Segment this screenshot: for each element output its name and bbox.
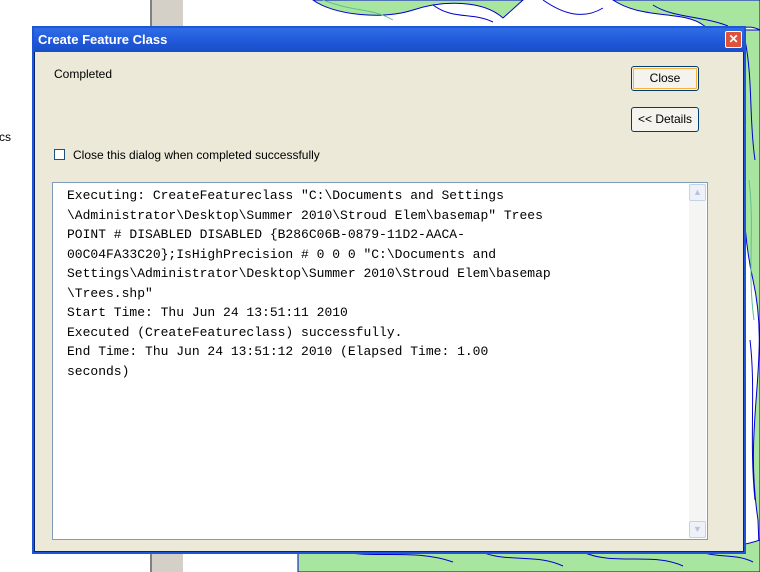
background-cs-text: cs	[0, 130, 11, 144]
message-log-text: Executing: CreateFeatureclass "C:\Docume…	[67, 186, 689, 381]
log-line: seconds)	[67, 363, 130, 379]
message-log[interactable]: Executing: CreateFeatureclass "C:\Docume…	[52, 182, 708, 540]
close-when-done-checkbox[interactable]	[54, 149, 65, 160]
status-text: Completed	[54, 67, 113, 81]
close-button[interactable]: Close	[631, 66, 699, 91]
close-when-done-label[interactable]: Close this dialog when completed success…	[73, 148, 320, 162]
log-line: Settings\Administrator\Desktop\Summer 20…	[67, 266, 551, 281]
arrow-down-icon[interactable]: ▼	[689, 521, 706, 538]
vertical-scrollbar[interactable]: ▲ ▼	[689, 184, 706, 538]
arrow-up-icon[interactable]: ▲	[689, 184, 706, 201]
details-button[interactable]: << Details	[631, 107, 699, 132]
log-line: 00C04FA33C20};IsHighPrecision # 0 0 0 "C…	[67, 246, 497, 262]
log-line: POINT # DISABLED DISABLED {B286C06B-0879…	[67, 227, 465, 242]
log-line: Executed (CreateFeatureclass) successful…	[67, 324, 403, 340]
log-line: \Administrator\Desktop\Summer 2010\Strou…	[67, 207, 543, 223]
log-line: Executing: CreateFeatureclass "C:\Docume…	[67, 188, 504, 203]
close-icon[interactable]: ✕	[725, 31, 742, 48]
dialog-titlebar[interactable]: Create Feature Class ✕	[34, 28, 744, 52]
log-line: End Time: Thu Jun 24 13:51:12 2010 (Elap…	[67, 344, 489, 359]
log-line: Start Time: Thu Jun 24 13:51:11 2010	[67, 305, 348, 320]
dialog-title: Create Feature Class	[38, 32, 168, 47]
log-line: \Trees.shp"	[67, 285, 153, 301]
create-feature-class-dialog: Create Feature Class ✕ Completed Close <…	[32, 26, 746, 554]
dialog-client-area: Completed Close << Details Close this di…	[35, 52, 743, 551]
